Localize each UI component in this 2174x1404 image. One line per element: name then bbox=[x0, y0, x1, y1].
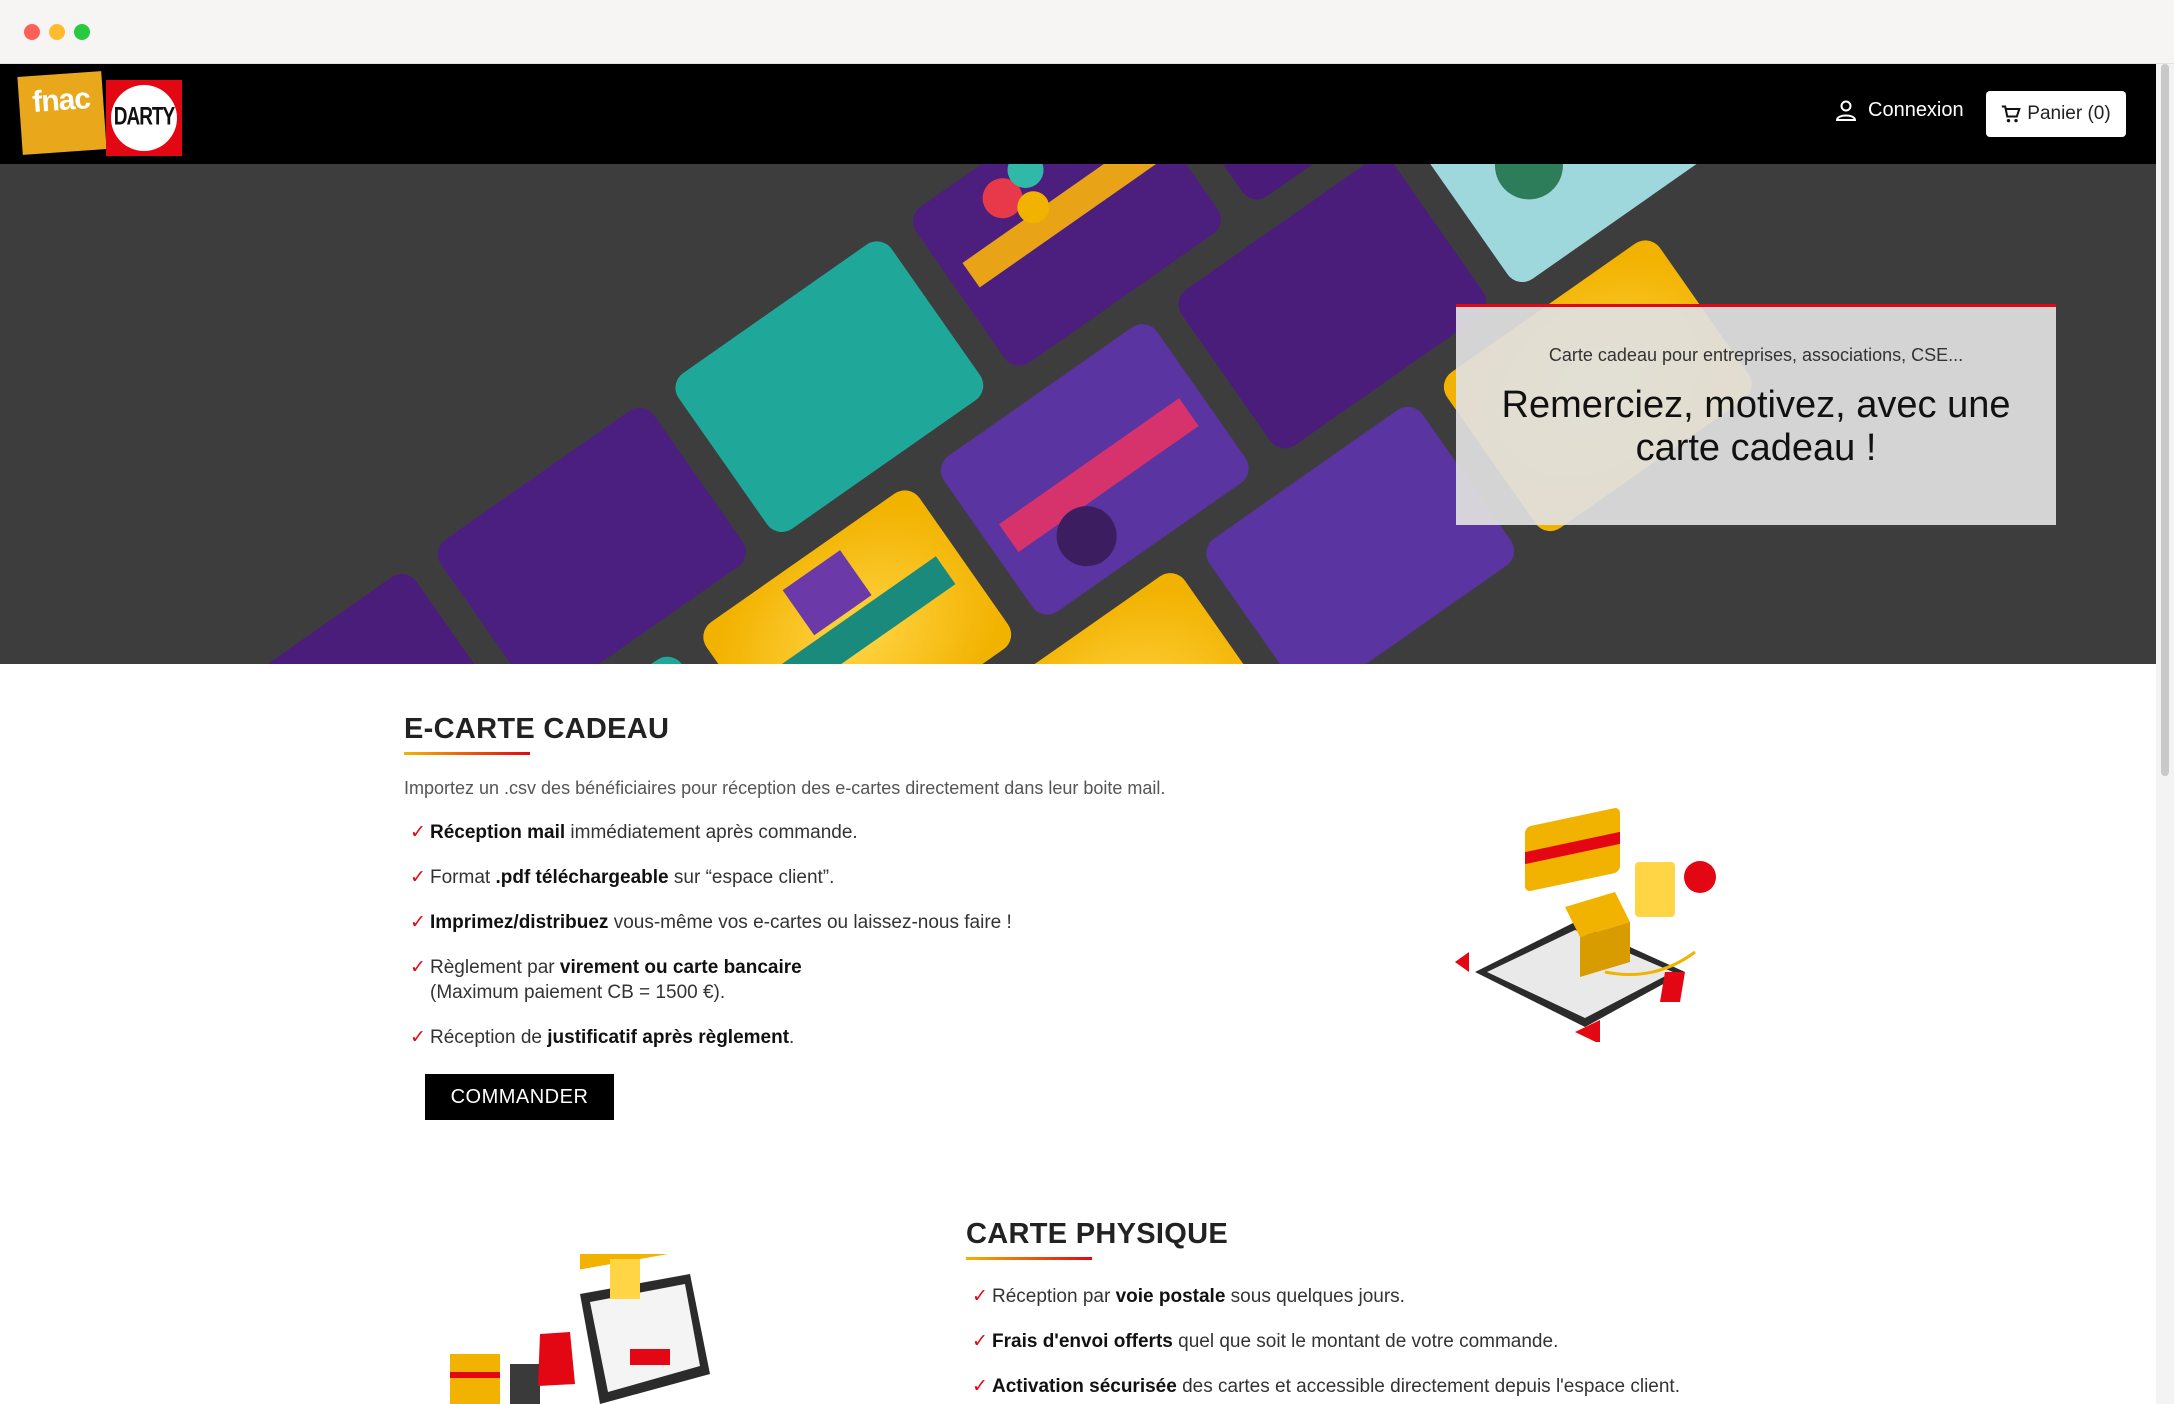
browser-titlebar bbox=[0, 0, 2174, 64]
ecard-section-title: E-CARTE CADEAU bbox=[404, 713, 670, 745]
hero-message-box: Carte cadeau pour entreprises, associati… bbox=[1456, 304, 2056, 525]
feature-item: ✓ Imprimez/distribuez vous-même vos e-ca… bbox=[410, 912, 1012, 933]
feature-item: ✓ Frais d'envoi offerts quel que soit le… bbox=[972, 1331, 1559, 1352]
maximize-window-button[interactable] bbox=[74, 24, 90, 40]
check-icon: ✓ bbox=[972, 1331, 988, 1352]
close-window-button[interactable] bbox=[24, 24, 40, 40]
hero-subtitle: Carte cadeau pour entreprises, associati… bbox=[1548, 345, 1964, 365]
fnac-darty-logo[interactable]: fnac DARTY bbox=[17, 71, 182, 156]
feature-item: ✓ Format .pdf téléchargeable sur “espace… bbox=[410, 867, 835, 888]
cart-label: Panier (0) bbox=[2027, 103, 2111, 124]
user-icon bbox=[1835, 100, 1857, 121]
feature-item: ✓ Activation sécurisée des cartes et acc… bbox=[972, 1376, 1680, 1397]
feature-item: ✓ Réception par voie postale sous quelqu… bbox=[972, 1286, 1405, 1307]
check-icon: ✓ bbox=[972, 1286, 988, 1307]
feature-item: ✓ Réception de justificatif après règlem… bbox=[410, 1027, 795, 1048]
check-icon: ✓ bbox=[972, 1376, 988, 1397]
check-icon: ✓ bbox=[410, 912, 426, 933]
site-header: fnac DARTY Connexion Panier (0) bbox=[0, 64, 2156, 164]
payment-note: (Maximum paiement CB = 1500 €). bbox=[430, 982, 726, 1003]
order-button[interactable]: COMMANDER bbox=[425, 1074, 614, 1120]
physical-section-title: CARTE PHYSIQUE bbox=[966, 1218, 1229, 1250]
darty-logo-text: DARTY bbox=[113, 103, 175, 131]
login-label: Connexion bbox=[1868, 98, 1964, 121]
ecard-features: ✓ Réception mail immédiatement après com… bbox=[410, 820, 1310, 1070]
check-icon: ✓ bbox=[410, 822, 426, 843]
feature-item: ✓ Règlement par virement ou carte bancai… bbox=[410, 957, 802, 1003]
hero-title: Remerciez, motivez, avec une carte cadea… bbox=[1501, 384, 2011, 469]
page-scrollbar[interactable] bbox=[2156, 64, 2174, 1404]
login-link[interactable]: Connexion bbox=[1834, 98, 1964, 122]
scrollbar-thumb[interactable] bbox=[2161, 64, 2169, 776]
darty-logo: DARTY bbox=[106, 80, 182, 156]
physical-features: ✓ Réception par voie postale sous quelqu… bbox=[972, 1284, 1972, 1404]
check-icon: ✓ bbox=[410, 957, 426, 978]
phone-shopping-illustration bbox=[1415, 802, 1735, 1042]
check-icon: ✓ bbox=[410, 1027, 426, 1048]
fnac-logo-text: fnac bbox=[31, 82, 92, 120]
check-icon: ✓ bbox=[410, 867, 426, 888]
cart-icon bbox=[2002, 105, 2022, 123]
ecard-intro: Importez un .csv des bénéficiaires pour … bbox=[404, 778, 1166, 798]
minimize-window-button[interactable] bbox=[49, 24, 65, 40]
cart-button[interactable]: Panier (0) bbox=[1986, 91, 2126, 137]
store-shopping-illustration bbox=[450, 1254, 710, 1404]
ecard-title-underline bbox=[404, 752, 530, 755]
page: fnac DARTY Connexion Panier (0) Carte ca… bbox=[0, 64, 2156, 1404]
fnac-logo: fnac bbox=[17, 71, 107, 155]
physical-title-underline bbox=[966, 1257, 1092, 1260]
hero-banner: Carte cadeau pour entreprises, associati… bbox=[0, 164, 2156, 664]
feature-item: ✓ Réception mail immédiatement après com… bbox=[410, 822, 858, 843]
